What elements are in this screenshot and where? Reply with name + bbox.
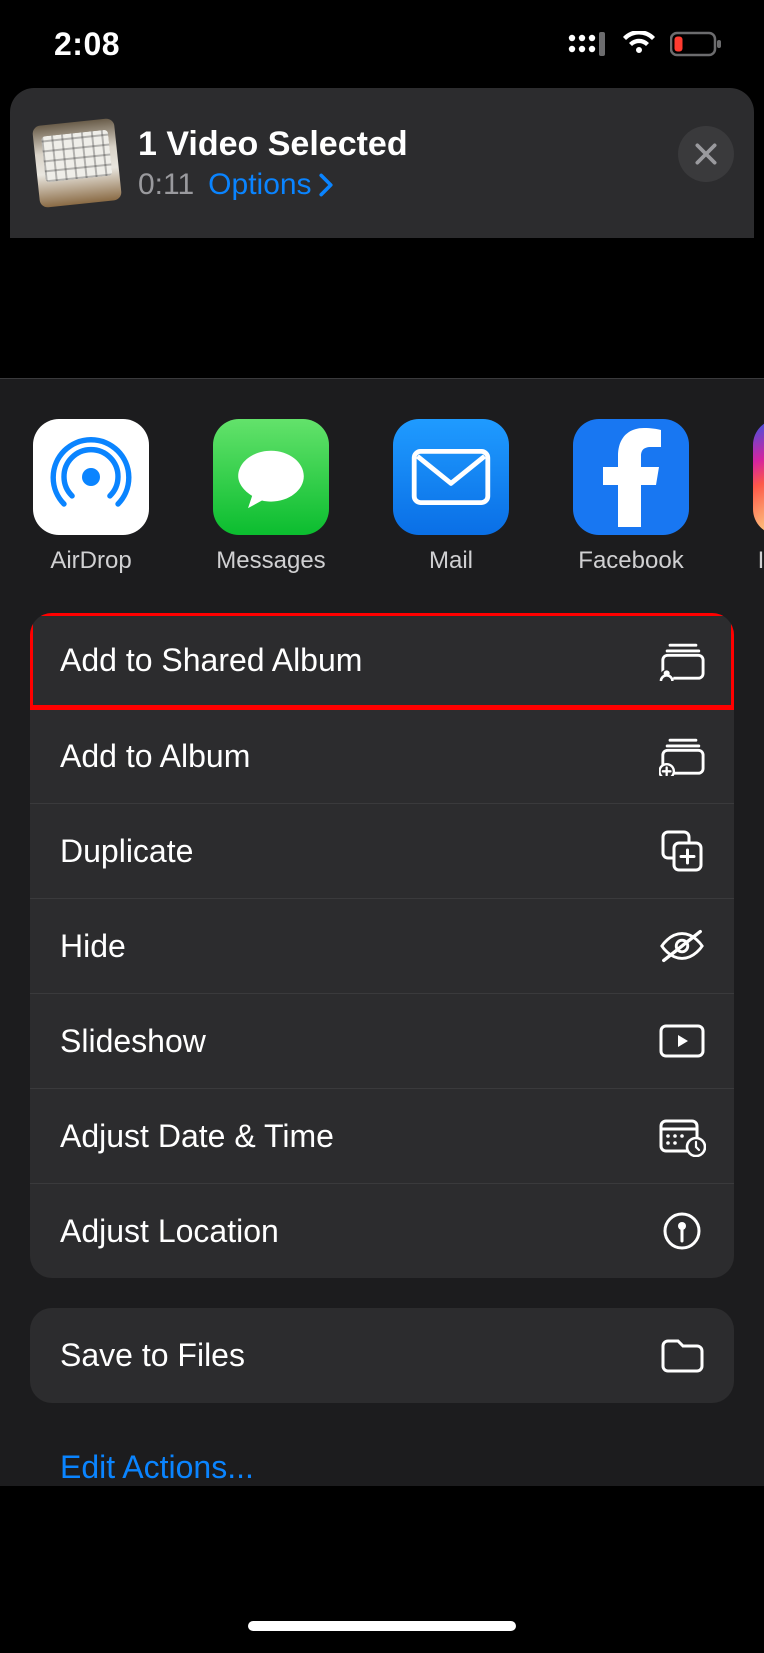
slideshow-icon — [658, 1017, 706, 1065]
chevron-right-icon — [318, 173, 334, 197]
header-texts: 1 Video Selected 0:11 Options — [138, 125, 408, 202]
calendar-clock-icon — [658, 1112, 706, 1160]
status-icons — [568, 31, 724, 57]
status-bar: 2:08 — [0, 0, 764, 88]
action-duplicate[interactable]: Duplicate — [30, 803, 734, 898]
actions-group-secondary: Save to Files — [30, 1308, 734, 1403]
duplicate-icon — [658, 827, 706, 875]
action-adjust-date-time[interactable]: Adjust Date & Time — [30, 1088, 734, 1183]
facebook-icon — [573, 419, 689, 535]
app-label: Facebook — [578, 547, 683, 575]
share-app-airdrop[interactable]: AirDrop — [30, 419, 152, 575]
selection-title: 1 Video Selected — [138, 125, 408, 164]
battery-low-icon — [670, 31, 724, 57]
close-button[interactable] — [678, 126, 734, 182]
airdrop-icon — [33, 419, 149, 535]
action-label: Adjust Date & Time — [60, 1118, 334, 1155]
action-add-to-shared-album[interactable]: Add to Shared Album — [30, 613, 734, 708]
app-label: Messages — [216, 547, 325, 575]
instagram-icon — [753, 419, 764, 535]
action-label: Add to Album — [60, 738, 250, 775]
share-app-facebook[interactable]: Facebook — [570, 419, 692, 575]
home-indicator[interactable] — [248, 1621, 516, 1631]
folder-icon — [658, 1332, 706, 1380]
share-app-mail[interactable]: Mail — [390, 419, 512, 575]
action-hide[interactable]: Hide — [30, 898, 734, 993]
shared-album-icon — [658, 637, 706, 685]
wifi-icon — [622, 31, 656, 57]
action-save-to-files[interactable]: Save to Files — [30, 1308, 734, 1403]
share-sheet-body: AirDrop Messages Mail Facebook Instagram — [0, 378, 764, 1486]
app-label: Instagram — [758, 547, 764, 575]
hide-icon — [658, 922, 706, 970]
action-label: Save to Files — [60, 1337, 245, 1374]
status-time: 2:08 — [54, 26, 120, 63]
actions-group-primary: Add to Shared Album Add to Album Duplica… — [30, 613, 734, 1278]
share-app-instagram[interactable]: Instagram — [750, 419, 764, 575]
mail-icon — [393, 419, 509, 535]
app-label: Mail — [429, 547, 473, 575]
add-album-icon — [658, 732, 706, 780]
action-slideshow[interactable]: Slideshow — [30, 993, 734, 1088]
action-label: Duplicate — [60, 833, 193, 870]
selected-video-thumbnail[interactable] — [32, 118, 122, 208]
action-label: Hide — [60, 928, 126, 965]
action-adjust-location[interactable]: Adjust Location — [30, 1183, 734, 1278]
edit-actions-button[interactable]: Edit Actions... — [0, 1433, 764, 1486]
share-sheet-header: 1 Video Selected 0:11 Options — [10, 88, 754, 238]
cellular-icon — [568, 32, 608, 56]
share-apps-row[interactable]: AirDrop Messages Mail Facebook Instagram — [0, 419, 764, 613]
options-button[interactable]: Options — [208, 168, 333, 202]
messages-icon — [213, 419, 329, 535]
close-icon — [693, 141, 719, 167]
action-label: Slideshow — [60, 1023, 206, 1060]
video-duration: 0:11 — [138, 168, 194, 202]
action-label: Adjust Location — [60, 1213, 279, 1250]
share-app-messages[interactable]: Messages — [210, 419, 332, 575]
options-label: Options — [208, 168, 311, 202]
action-add-to-album[interactable]: Add to Album — [30, 708, 734, 803]
action-label: Add to Shared Album — [60, 642, 362, 679]
spacer — [0, 238, 764, 378]
location-pin-icon — [658, 1207, 706, 1255]
app-label: AirDrop — [50, 547, 131, 575]
